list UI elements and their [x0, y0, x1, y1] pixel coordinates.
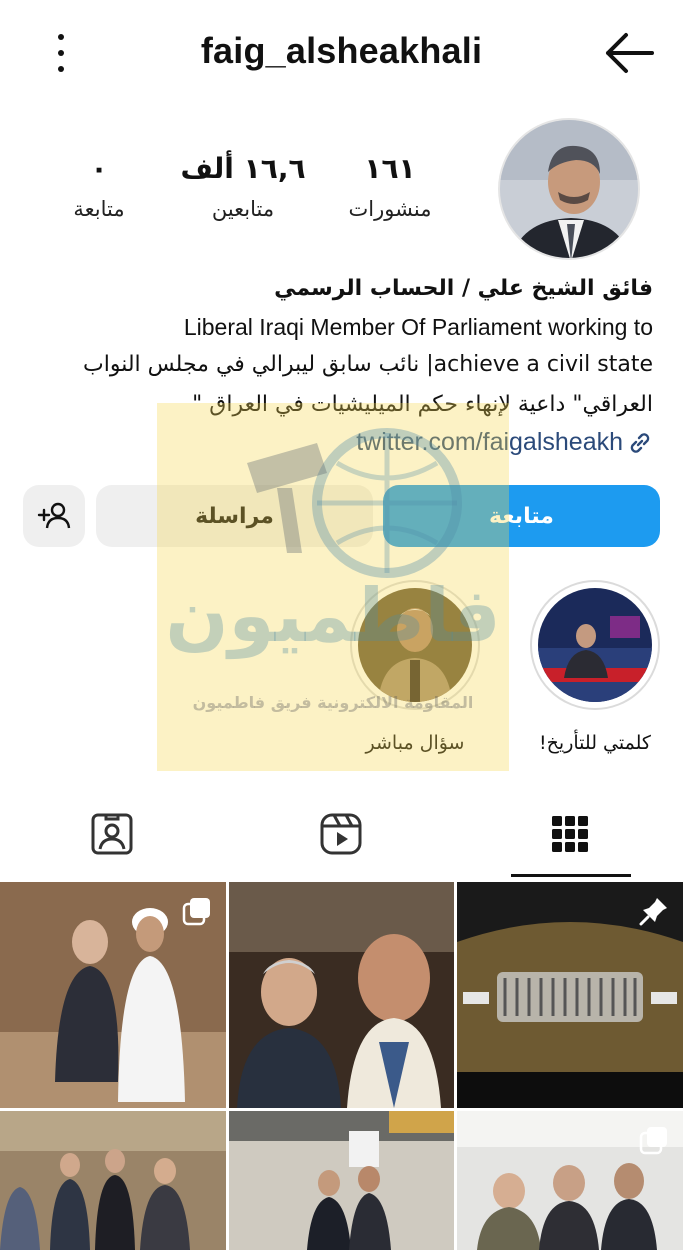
- follow-button[interactable]: متابعة: [383, 485, 660, 547]
- post-thumbnail[interactable]: [457, 882, 683, 1108]
- followers-stat[interactable]: ١٦,٦ ألف متابعين: [180, 150, 306, 224]
- reels-icon[interactable]: [319, 812, 363, 856]
- posts-label: منشورات: [348, 197, 432, 221]
- story-highlight[interactable]: سؤال مباشر: [350, 580, 480, 754]
- bio-line: العراقي" داعية لإنهاء حكم الميليشيات في …: [192, 392, 653, 417]
- pin-icon: [639, 898, 667, 926]
- highlight-ring: [530, 580, 660, 710]
- link-icon: [630, 432, 650, 453]
- carousel-icon: [182, 898, 210, 926]
- carousel-icon: [639, 1127, 667, 1155]
- bio-line: achieve a civil state| نائب سابق ليبرالي…: [83, 352, 653, 377]
- profile-header: faig_alsheakhali: [0, 0, 683, 105]
- add-user-icon: [37, 502, 71, 529]
- post-thumbnail[interactable]: [0, 882, 226, 1108]
- followers-count: ١٦,٦ ألف: [180, 152, 306, 185]
- story-highlight[interactable]: كلمتي للتأريخ!: [530, 580, 660, 754]
- grid-icon[interactable]: [548, 812, 592, 856]
- post-thumbnail[interactable]: [229, 1111, 454, 1250]
- active-tab-indicator: [511, 874, 631, 877]
- profile-username: faig_alsheakhali: [200, 30, 483, 71]
- bio-link-text: twitter.com/faigalsheakh: [356, 428, 623, 456]
- highlight-ring: [350, 580, 480, 710]
- profile-avatar[interactable]: [498, 118, 640, 260]
- following-stat[interactable]: ٠ متابعة: [58, 150, 140, 224]
- tagged-icon[interactable]: [90, 812, 134, 856]
- following-label: متابعة: [73, 197, 125, 221]
- posts-stat[interactable]: ١٦١ منشورات: [330, 150, 450, 224]
- post-thumbnail[interactable]: [229, 882, 454, 1108]
- bio-display-name: فائق الشيخ علي / الحساب الرسمي: [274, 276, 653, 301]
- following-count: ٠: [90, 152, 108, 185]
- highlight-thumbnail: [358, 588, 472, 702]
- profile-tabs: [0, 790, 683, 880]
- add-user-button[interactable]: [23, 485, 85, 547]
- highlight-thumbnail: [538, 588, 652, 702]
- message-button[interactable]: مراسلة: [96, 485, 373, 547]
- bio-line: Liberal Iraqi Member Of Parliament worki…: [183, 314, 653, 340]
- posts-count: ١٦١: [364, 152, 416, 185]
- followers-label: متابعين: [211, 197, 275, 221]
- highlight-caption: سؤال مباشر: [365, 732, 465, 754]
- post-thumbnail[interactable]: [457, 1111, 683, 1250]
- bio-link[interactable]: twitter.com/faigalsheakh: [356, 428, 653, 457]
- highlight-caption: كلمتي للتأريخ!: [539, 732, 651, 754]
- arrow-left-icon[interactable]: [602, 30, 656, 76]
- post-thumbnail[interactable]: [0, 1111, 226, 1250]
